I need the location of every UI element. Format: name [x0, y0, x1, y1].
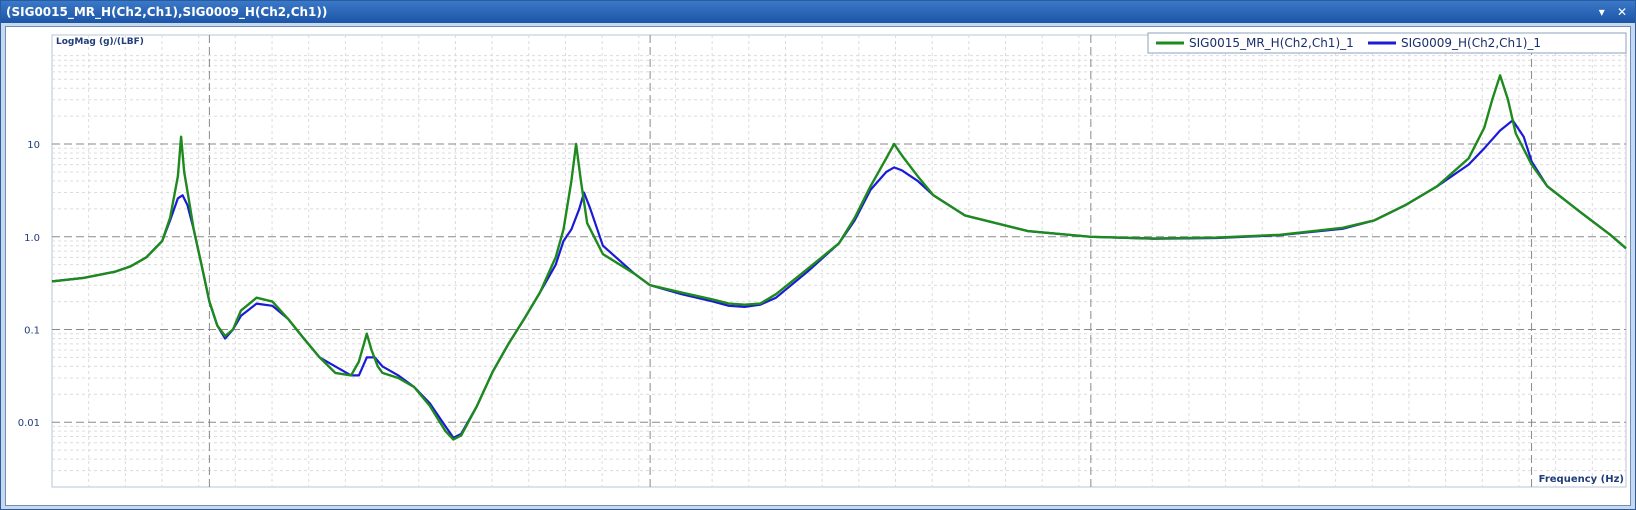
legend-entry-2: SIG0009_H(Ch2,Ch1)_1: [1401, 36, 1541, 50]
plot-frame: 10 1.0 0.1 0.01 LogMag (g)/(LBF) Frequency …: [5, 26, 1631, 506]
chart-window: (SIG0015_MR_H(Ch2,Ch1),SIG0009_H(Ch2,Ch1…: [0, 0, 1636, 510]
frf-plot[interactable]: 10 1.0 0.1 0.01 LogMag (g)/(LBF) Frequency …: [6, 27, 1630, 505]
titlebar-buttons: ▾ ✕: [1593, 1, 1629, 23]
y-tick-label: 1.0: [24, 233, 40, 244]
legend[interactable]: SIG0015_MR_H(Ch2,Ch1)_1 SIG0009_H(Ch2,Ch…: [1147, 32, 1627, 54]
y-tick-label: 0.01: [18, 418, 40, 429]
window-title: (SIG0015_MR_H(Ch2,Ch1),SIG0009_H(Ch2,Ch1…: [6, 5, 328, 19]
tick-layer: 10 1.0 0.1 0.01: [18, 140, 40, 429]
y-axis-label: LogMag (g)/(LBF): [56, 37, 144, 47]
x-axis-label: Frequency (Hz): [1539, 474, 1624, 485]
pin-icon[interactable]: ▾: [1595, 1, 1609, 23]
y-tick-label: 0.1: [24, 325, 40, 336]
window-titlebar[interactable]: (SIG0015_MR_H(Ch2,Ch1),SIG0009_H(Ch2,Ch1…: [1, 1, 1635, 23]
close-icon[interactable]: ✕: [1615, 1, 1629, 23]
legend-entry-1: SIG0015_MR_H(Ch2,Ch1)_1: [1189, 36, 1354, 50]
plot-area: [51, 34, 1627, 488]
y-tick-label: 10: [27, 140, 40, 151]
